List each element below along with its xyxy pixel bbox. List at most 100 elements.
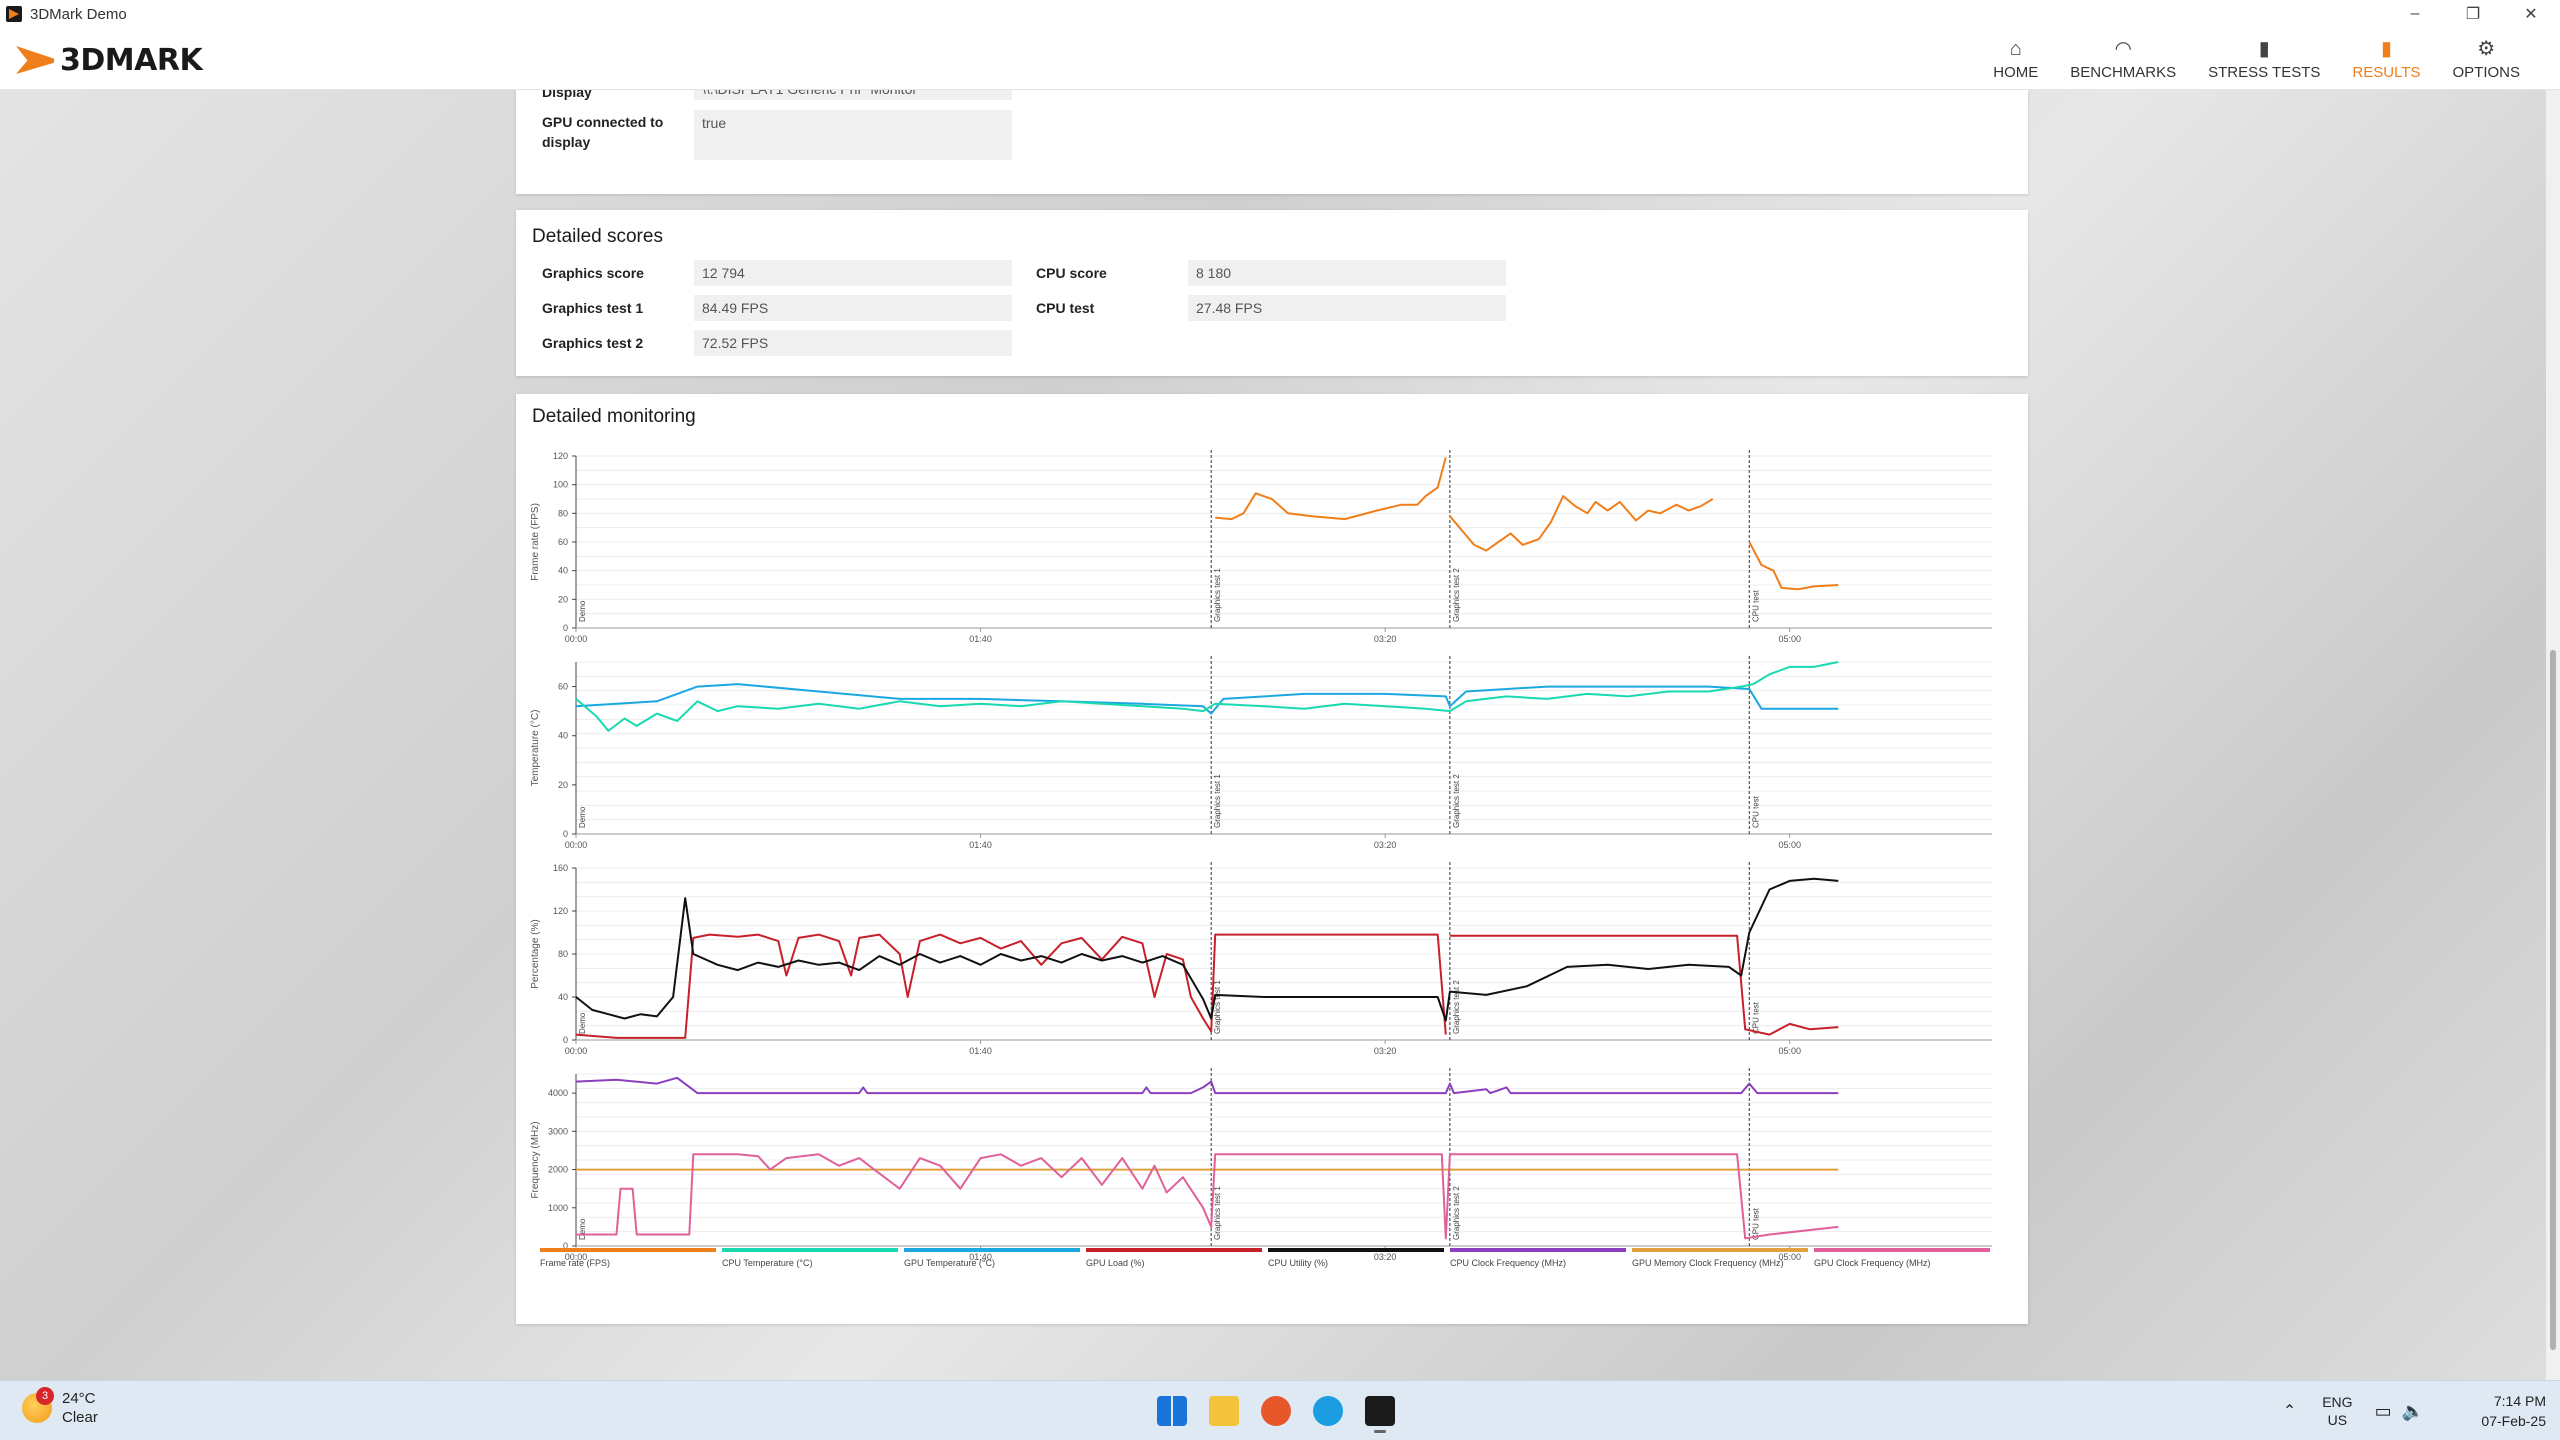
firefox-taskbar-button[interactable] — [1250, 1389, 1302, 1433]
test-marker-label: CPU test — [1751, 1207, 1760, 1240]
edge-taskbar-button[interactable] — [1302, 1389, 1354, 1433]
cpu_temp-series-line — [575, 661, 1839, 732]
test-marker-label: Demo — [578, 1012, 587, 1034]
file-explorer-icon — [1209, 1396, 1239, 1426]
gpu-connected-label: GPU connected to display — [542, 114, 664, 150]
weather-temp: 24°C — [62, 1390, 96, 1407]
3dmark-logo[interactable]: 3DMARK — [16, 38, 203, 82]
vertical-scrollbar[interactable] — [2546, 90, 2560, 1380]
taskbar: 3 24°C Clear ⌃ ENG US ▭🔈 7:14 PM 07-Feb-… — [0, 1380, 2560, 1440]
display-label: Display — [542, 90, 592, 100]
nav-label: BENCHMARKS — [2070, 63, 2177, 81]
y-axis-label: Percentage (%) — [530, 919, 541, 988]
legend-swatch — [1450, 1248, 1626, 1252]
3dmark-taskbar-button[interactable] — [1354, 1389, 1406, 1433]
y-tick-label: 40 — [558, 566, 568, 576]
y-tick-label: 120 — [553, 451, 568, 461]
y-axis-label: Frame rate (FPS) — [530, 503, 541, 581]
test-marker-label: Graphics test 2 — [1452, 1186, 1461, 1240]
nav-label: STRESS TESTS — [2208, 63, 2321, 81]
app-icon — [6, 6, 22, 22]
test-marker-label: Graphics test 1 — [1213, 980, 1222, 1034]
fps-series-line — [1748, 541, 1839, 591]
gpu_load-series-line — [1449, 934, 1839, 1036]
test-marker-label: Graphics test 1 — [1213, 774, 1222, 828]
weather-widget[interactable]: 3 24°C Clear — [22, 1387, 98, 1427]
home-icon: ⌂ — [2009, 37, 2022, 60]
system-tray: ⌃ ENG US ▭🔈 7:14 PM 07-Feb-25 — [2283, 1381, 2546, 1440]
y-tick-label: 0 — [563, 829, 568, 839]
nav-results[interactable]: ▮ RESULTS — [2336, 28, 2436, 90]
y-tick-label: 80 — [558, 949, 568, 959]
legend-label: GPU Memory Clock Frequency (MHz) — [1632, 1258, 1784, 1268]
y-tick-label: 80 — [558, 508, 568, 518]
network-icon[interactable]: ▭ — [2375, 1401, 2402, 1421]
lang-top: ENG — [2322, 1394, 2353, 1410]
x-tick-label: 01:40 — [969, 840, 992, 850]
test-marker-label: Demo — [578, 600, 587, 622]
volume-icon[interactable]: 🔈 — [2402, 1401, 2434, 1421]
graphics-score-value: 12 794 — [694, 260, 1012, 286]
windows-start-icon — [1157, 1396, 1187, 1426]
tray-icons[interactable]: ▭🔈 — [2375, 1401, 2434, 1422]
x-tick-label: 03:20 — [1374, 1252, 1397, 1262]
legend-label: Frame rate (FPS) — [540, 1258, 610, 1268]
y-tick-label: 4000 — [548, 1088, 568, 1098]
test-marker-label: CPU test — [1751, 1001, 1760, 1034]
show-hidden-icons-chevron-icon[interactable]: ⌃ — [2283, 1401, 2296, 1421]
y-tick-label: 2000 — [548, 1165, 568, 1175]
clock[interactable]: 7:14 PM 07-Feb-25 — [2460, 1391, 2546, 1431]
close-button[interactable]: ✕ — [2502, 0, 2560, 28]
legend-label: CPU Utility (%) — [1268, 1258, 1328, 1268]
y-tick-label: 1000 — [548, 1203, 568, 1213]
test-marker-label: Graphics test 2 — [1452, 980, 1461, 1034]
x-tick-label: 03:20 — [1374, 634, 1397, 644]
logo-text: 3DMARK — [60, 42, 203, 78]
legend-label: GPU Temperature (°C) — [904, 1258, 995, 1268]
weather-condition: Clear — [62, 1409, 98, 1426]
legend-swatch — [1086, 1248, 1262, 1252]
test-marker-label: CPU test — [1751, 589, 1760, 622]
file-explorer-taskbar-button[interactable] — [1198, 1389, 1250, 1433]
cpu-test-value: 27.48 FPS — [1188, 295, 1506, 321]
maximize-button[interactable]: ❐ — [2444, 0, 2502, 28]
x-tick-label: 05:00 — [1778, 634, 1801, 644]
graphics-test2-value: 72.52 FPS — [694, 330, 1012, 356]
weather-sun-icon: 3 — [22, 1387, 54, 1423]
graphics-score-label: Graphics score — [542, 265, 644, 281]
x-tick-label: 00:00 — [565, 840, 588, 850]
nav-home[interactable]: ⌂ HOME — [1977, 28, 2054, 90]
cpu_util-series-line — [575, 877, 1839, 1022]
x-tick-label: 00:00 — [565, 1046, 588, 1056]
cpu-score-label: CPU score — [1036, 265, 1107, 281]
x-tick-label: 05:00 — [1778, 840, 1801, 850]
language-indicator[interactable]: ENG US — [2322, 1393, 2352, 1429]
graphics-test1-label: Graphics test 1 — [542, 300, 644, 316]
x-tick-label: 05:00 — [1778, 1046, 1801, 1056]
minimize-button[interactable]: – — [2386, 0, 2444, 28]
test-marker-label: CPU test — [1751, 795, 1760, 828]
bars-icon: ▮ — [2258, 37, 2270, 60]
y-axis-label: Frequency (MHz) — [530, 1121, 541, 1198]
gpu-connected-value: true — [694, 110, 1012, 160]
taskbar-apps — [1146, 1389, 1406, 1433]
window-title: 3DMark Demo — [30, 5, 127, 23]
legend-swatch — [1632, 1248, 1808, 1252]
scrollbar-thumb[interactable] — [2550, 650, 2556, 1350]
graphics-test2-label: Graphics test 2 — [542, 335, 644, 351]
nav-label: RESULTS — [2352, 63, 2421, 81]
gear-icon: ⚙ — [2477, 37, 2496, 60]
y-tick-label: 3000 — [548, 1126, 568, 1136]
x-tick-label: 01:40 — [969, 634, 992, 644]
y-tick-label: 20 — [558, 594, 568, 604]
nav-benchmarks[interactable]: ◠ BENCHMARKS — [2054, 28, 2192, 90]
windows-start-taskbar-button[interactable] — [1146, 1389, 1198, 1433]
window-title-bar: 3DMark Demo – ❐ ✕ — [0, 0, 2560, 28]
nav-stress-tests[interactable]: ▮ STRESS TESTS — [2192, 28, 2336, 90]
y-tick-label: 120 — [553, 906, 568, 916]
y-tick-label: 100 — [553, 480, 568, 490]
legend-label: CPU Clock Frequency (MHz) — [1450, 1258, 1566, 1268]
gauge-icon: ◠ — [2114, 37, 2132, 60]
nav-options[interactable]: ⚙ OPTIONS — [2436, 28, 2536, 90]
3dmark-icon — [1365, 1396, 1395, 1426]
